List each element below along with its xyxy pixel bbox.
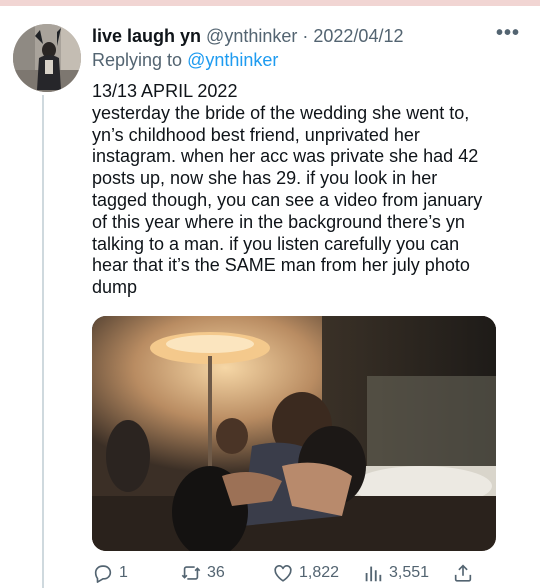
tweet-text-line: posts up, now she has 29. if you look in…	[92, 168, 438, 189]
reply-bubble-icon	[94, 565, 112, 583]
retweet-icon	[181, 566, 201, 580]
tweet-text-line: tagged though, you can see a video from …	[92, 189, 483, 210]
share-upload-icon	[454, 564, 472, 582]
tweet-header: live laugh yn @ynthinker · 2022/04/12	[92, 25, 403, 47]
tweet-text-line: yn’s childhood best friend, unprivated h…	[92, 124, 420, 145]
thread-connector-line	[42, 95, 44, 588]
tweet-text: 13/13 APRIL 2022 yesterday the bride of …	[92, 81, 522, 299]
user-handle[interactable]: @ynthinker	[206, 26, 297, 46]
views-count: 3,551	[389, 564, 430, 581]
tweet-text-line: instagram. when her acc was private she …	[92, 146, 479, 167]
tweet-text-line: of this year where in the background the…	[92, 211, 465, 232]
avatar-image	[13, 24, 81, 92]
replying-to-label: Replying to	[92, 50, 183, 70]
share-button[interactable]	[452, 561, 479, 585]
tweet-text-line: yesterday the bride of the wedding she w…	[92, 102, 470, 123]
media-photo	[92, 316, 496, 551]
header-separator: ·	[302, 26, 309, 46]
tweet-text-line: dump	[92, 277, 138, 298]
bar-chart-icon	[365, 566, 382, 582]
avatar[interactable]	[13, 24, 81, 92]
more-horizontal-icon[interactable]: •••	[496, 22, 520, 45]
tweet-actions-bar: 1 36 1,822 3,551	[92, 561, 492, 585]
retweet-count: 36	[207, 564, 225, 581]
top-divider	[0, 0, 540, 6]
reply-count: 1	[119, 564, 128, 581]
like-button[interactable]: 1,822	[272, 561, 339, 585]
retweet-button[interactable]: 36	[180, 561, 225, 585]
tweet-text-line: hear that it’s the SAME man from her jul…	[92, 255, 470, 276]
tweet-text-line: talking to a man. if you listen carefull…	[92, 233, 460, 254]
replying-to-line: Replying to @ynthinker	[92, 49, 278, 71]
reply-mention-link[interactable]: @ynthinker	[187, 50, 278, 70]
views-button[interactable]: 3,551	[362, 561, 429, 585]
like-count: 1,822	[299, 564, 340, 581]
heart-icon	[274, 565, 292, 582]
tweet-text-line: 13/13 APRIL 2022	[92, 81, 238, 101]
display-name[interactable]: live laugh yn	[92, 26, 201, 46]
reply-button[interactable]: 1	[92, 561, 128, 585]
tweet-media-image[interactable]	[92, 316, 496, 551]
tweet-date[interactable]: 2022/04/12	[313, 26, 403, 46]
